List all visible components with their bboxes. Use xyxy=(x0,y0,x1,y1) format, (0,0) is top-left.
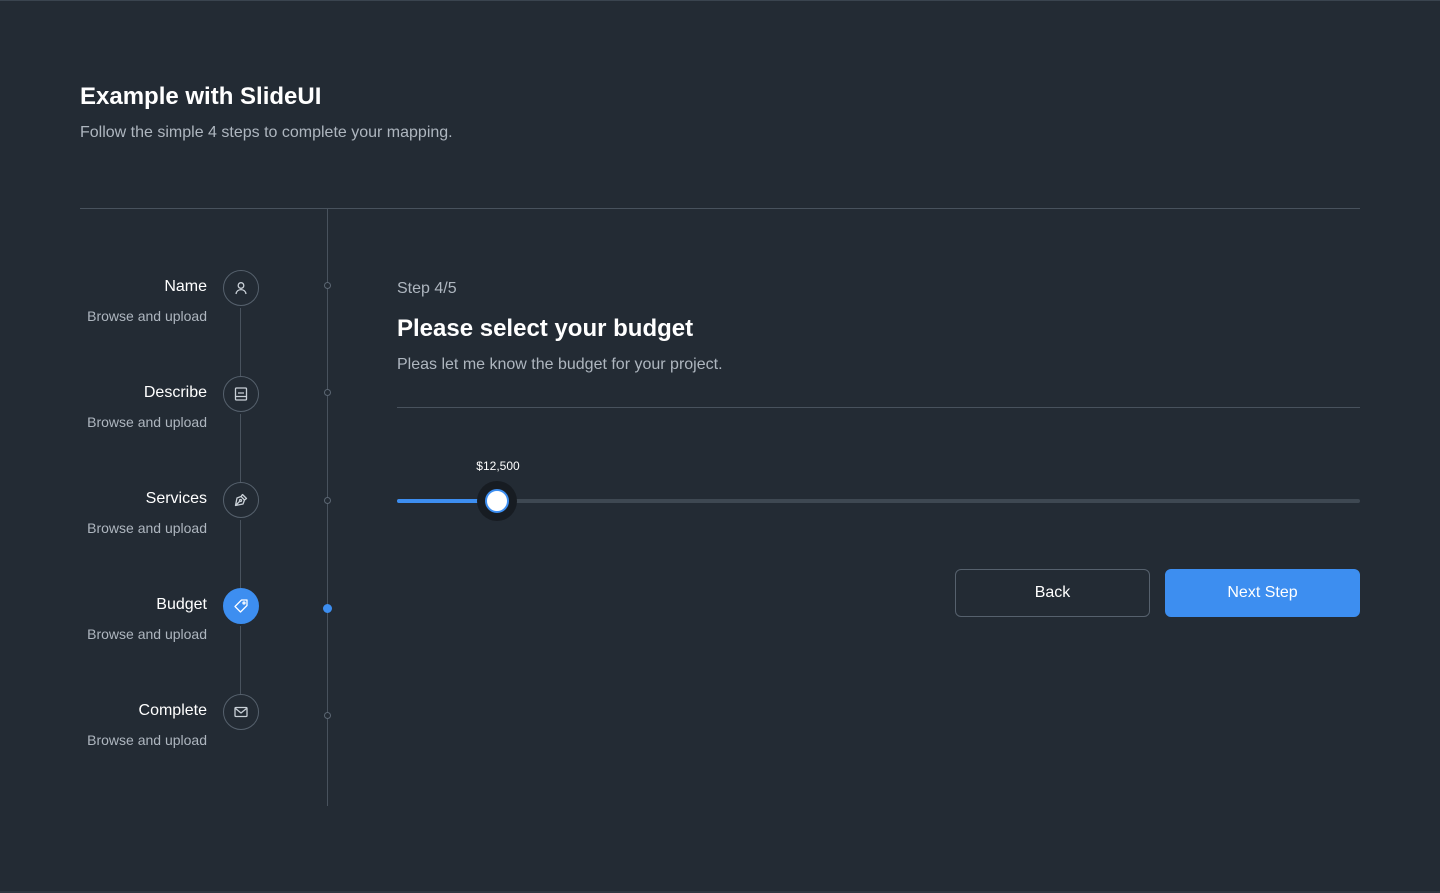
step-complete[interactable]: Complete Browse and upload xyxy=(80,694,260,761)
step-description: Browse and upload xyxy=(87,626,207,642)
rail-dot xyxy=(324,282,331,289)
user-icon xyxy=(223,270,259,306)
rail-dot-active xyxy=(323,604,332,613)
budget-slider[interactable]: $12,500 xyxy=(397,459,1360,521)
step-name[interactable]: Name Browse and upload xyxy=(80,270,260,337)
step-describe[interactable]: Describe Browse and upload xyxy=(80,376,260,443)
step-description: Browse and upload xyxy=(87,520,207,536)
page-subtitle: Follow the simple 4 steps to complete yo… xyxy=(80,124,453,141)
tag-icon xyxy=(223,588,259,624)
pen-tool-icon xyxy=(223,482,259,518)
step-services[interactable]: Services Browse and upload xyxy=(80,482,260,549)
step-title: Complete xyxy=(138,702,207,719)
top-border xyxy=(0,0,1440,1)
rail-dot xyxy=(324,712,331,719)
slider-value-label: $12,500 xyxy=(476,459,520,473)
page-title: Example with SlideUI xyxy=(80,83,322,110)
section-description: Pleas let me know the budget for your pr… xyxy=(397,356,723,373)
rail-dot xyxy=(324,497,331,504)
mail-icon xyxy=(223,694,259,730)
step-counter: Step 4/5 xyxy=(397,280,457,297)
slider-track[interactable] xyxy=(397,499,1360,503)
content-divider xyxy=(397,407,1360,408)
slider-thumb[interactable] xyxy=(477,481,517,521)
back-button[interactable]: Back xyxy=(955,569,1150,617)
step-budget[interactable]: Budget Browse and upload xyxy=(80,588,260,655)
step-title: Describe xyxy=(143,384,207,401)
step-title: Name xyxy=(164,278,207,295)
step-title: Services xyxy=(145,490,207,507)
step-description: Browse and upload xyxy=(87,308,207,324)
step-title: Budget xyxy=(156,596,207,613)
step-description: Browse and upload xyxy=(87,732,207,748)
next-step-button[interactable]: Next Step xyxy=(1165,569,1360,617)
rail-dot xyxy=(324,389,331,396)
section-title: Please select your budget xyxy=(397,315,694,342)
header-divider xyxy=(80,208,1360,209)
step-description: Browse and upload xyxy=(87,414,207,430)
document-icon xyxy=(223,376,259,412)
